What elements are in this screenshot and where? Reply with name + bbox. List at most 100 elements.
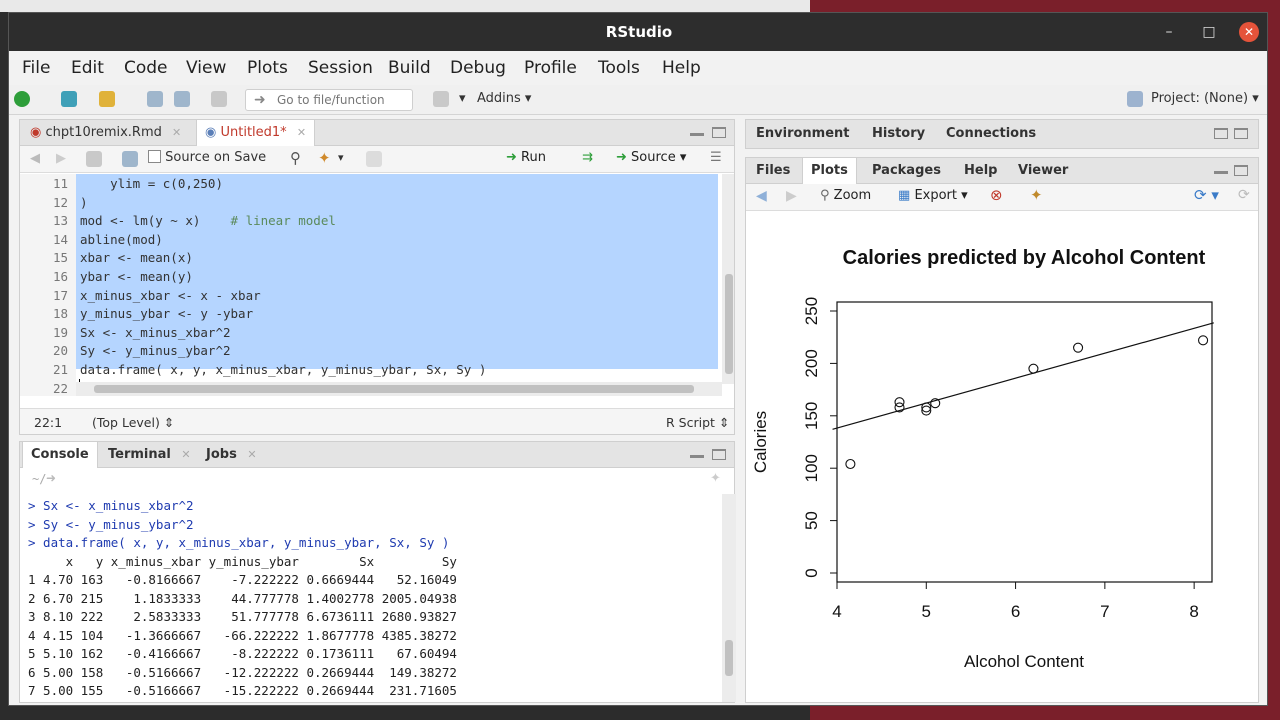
remove-plot-icon[interactable]: ⊗ [990,186,1003,204]
minimize-pane-icon[interactable] [1214,171,1228,174]
line-code: ybar <- mean(y) [80,269,193,284]
rerun-icon[interactable]: ⇉ [582,150,593,165]
go-to-file-input[interactable]: ➜ Go to file/function [245,89,413,111]
project-menu[interactable]: Project: (None) ▾ [1151,91,1259,106]
magic-wand-icon[interactable]: ✦ [318,149,331,167]
export-menu[interactable]: ▦ Export ▾ [898,188,968,203]
menu-profile[interactable]: Profile [524,58,577,78]
tab-untitled1[interactable]: ◉ Untitled1* ✕ [196,120,316,147]
menu-session[interactable]: Session [308,58,373,78]
editor-horizontal-scrollbar[interactable] [76,382,722,396]
data-point [894,397,905,408]
save-all-icon[interactable] [174,91,190,107]
tab-label: Console [31,447,89,462]
menu-view[interactable]: View [186,58,226,78]
tab-terminal[interactable]: Terminal ✕ [100,442,199,468]
close-tab-icon[interactable]: ✕ [172,126,181,139]
clear-console-icon[interactable]: ✦ [710,471,721,486]
zoom-button[interactable]: ⚲ Zoom [820,188,871,203]
run-button[interactable]: ➜ Run [506,150,546,165]
y-tick-label: 50 [802,511,821,530]
minimize-window-icon[interactable]: – [1159,22,1179,42]
go-to-dir-icon[interactable]: ➜ [46,471,56,485]
console-vertical-scrollbar[interactable] [722,494,736,702]
forward-arrow-icon[interactable]: ▶ [56,151,66,166]
maximize-window-icon[interactable]: □ [1199,22,1219,42]
tab-connections[interactable]: Connections [938,121,1044,147]
restore-pane-icon[interactable] [1214,128,1228,139]
menu-code[interactable]: Code [124,58,168,78]
print-icon[interactable] [211,91,227,107]
console-vscroll-thumb[interactable] [725,640,733,676]
next-plot-icon[interactable]: ▶ [786,188,797,204]
menu-debug[interactable]: Debug [450,58,506,78]
menu-plots[interactable]: Plots [247,58,288,78]
line-number: 18 [52,306,68,322]
close-tab-icon[interactable]: ✕ [247,448,256,461]
maximize-pane-icon[interactable] [1234,128,1248,139]
tab-jobs[interactable]: Jobs ✕ [198,442,265,468]
previous-plot-icon[interactable]: ◀ [756,188,767,204]
data-point [1198,335,1209,346]
new-project-icon[interactable] [61,91,77,107]
close-tab-icon[interactable]: ✕ [181,448,190,461]
menu-file[interactable]: File [22,58,50,78]
code-editor[interactable]: 11 ylim = c(0,250) 12) 13 mod <- lm(y ~ x) … [20,174,734,396]
tab-viewer[interactable]: Viewer [1010,158,1076,184]
save-file-icon[interactable] [122,151,138,167]
new-file-icon[interactable] [14,91,30,107]
file-type-menu[interactable]: R Script ⇕ [666,415,729,430]
back-arrow-icon[interactable]: ◀ [30,151,40,166]
tab-plots[interactable]: Plots [802,158,857,185]
show-in-window-icon[interactable] [86,151,102,167]
line-number: 22 [52,380,68,396]
tab-label: Jobs [206,447,237,462]
refresh-plot-icon[interactable]: ⟳ [1238,187,1250,203]
console-output[interactable]: > Sx <- x_minus_xbar^2 > Sy <- y_minus_yb… [20,494,720,702]
source-on-save-checkbox[interactable]: Source on Save [148,150,266,165]
maximize-pane-icon[interactable] [712,449,726,460]
tab-files[interactable]: Files [748,158,798,184]
source-arrow-icon: ➜ [616,150,627,165]
editor-vscroll-thumb[interactable] [725,274,733,374]
console-command: > Sx <- x_minus_xbar^2 [28,498,194,513]
tab-chpt10remix[interactable]: ◉ chpt10remix.Rmd ✕ [22,120,189,146]
plots-toolbar: ◀ ▶ ⚲ Zoom ▦ Export ▾ ⊗ ✦ ⟳ ▾ ⟳ [746,184,1258,211]
minimize-pane-icon[interactable] [690,133,704,136]
restore-pane-icon[interactable] [1234,165,1248,176]
search-icon[interactable]: ⚲ [290,149,301,167]
menu-build[interactable]: Build [388,58,431,78]
menu-tools[interactable]: Tools [598,58,640,78]
tab-packages[interactable]: Packages [864,158,949,184]
code-tools-dropdown-icon[interactable]: ▾ [338,151,344,164]
scope-menu[interactable]: (Top Level) ⇕ [92,415,174,430]
source-button[interactable]: ➜ Source ▾ [616,150,686,165]
menu-edit[interactable]: Edit [71,58,104,78]
save-icon[interactable] [147,91,163,107]
workspace-panes-icon[interactable] [433,91,449,107]
tab-environment[interactable]: Environment [748,121,858,147]
cursor-position: 22:1 [34,415,63,430]
source-pane: ◉ chpt10remix.Rmd ✕ ◉ Untitled1* ✕ ◀ ▶ S… [19,119,735,435]
publish-icon[interactable]: ⟳ ▾ [1194,186,1219,204]
workspace-panes-dropdown-icon[interactable]: ▾ [459,91,466,106]
line-code: Sx <- x_minus_xbar^2 [80,325,231,340]
tab-label: chpt10remix.Rmd [45,125,162,140]
close-tab-icon[interactable]: ✕ [297,126,306,139]
open-file-icon[interactable] [99,91,115,107]
document-outline-icon[interactable]: ☰ [710,150,722,165]
maximize-pane-icon[interactable] [712,127,726,138]
tab-history[interactable]: History [864,121,933,147]
addins-menu[interactable]: Addins ▾ [477,91,531,106]
editor-hscroll-thumb[interactable] [94,385,694,393]
editor-vertical-scrollbar[interactable] [722,174,734,384]
plots-tabs: Files Plots Packages Help Viewer [746,158,1258,185]
compile-report-icon[interactable] [366,151,382,167]
tab-help[interactable]: Help [956,158,1005,184]
menu-help[interactable]: Help [662,58,701,78]
tab-label: Help [964,163,998,178]
tab-console[interactable]: Console [22,442,98,469]
clear-all-plots-icon[interactable]: ✦ [1030,186,1043,204]
minimize-pane-icon[interactable] [690,455,704,458]
close-window-icon[interactable]: ✕ [1239,22,1259,42]
